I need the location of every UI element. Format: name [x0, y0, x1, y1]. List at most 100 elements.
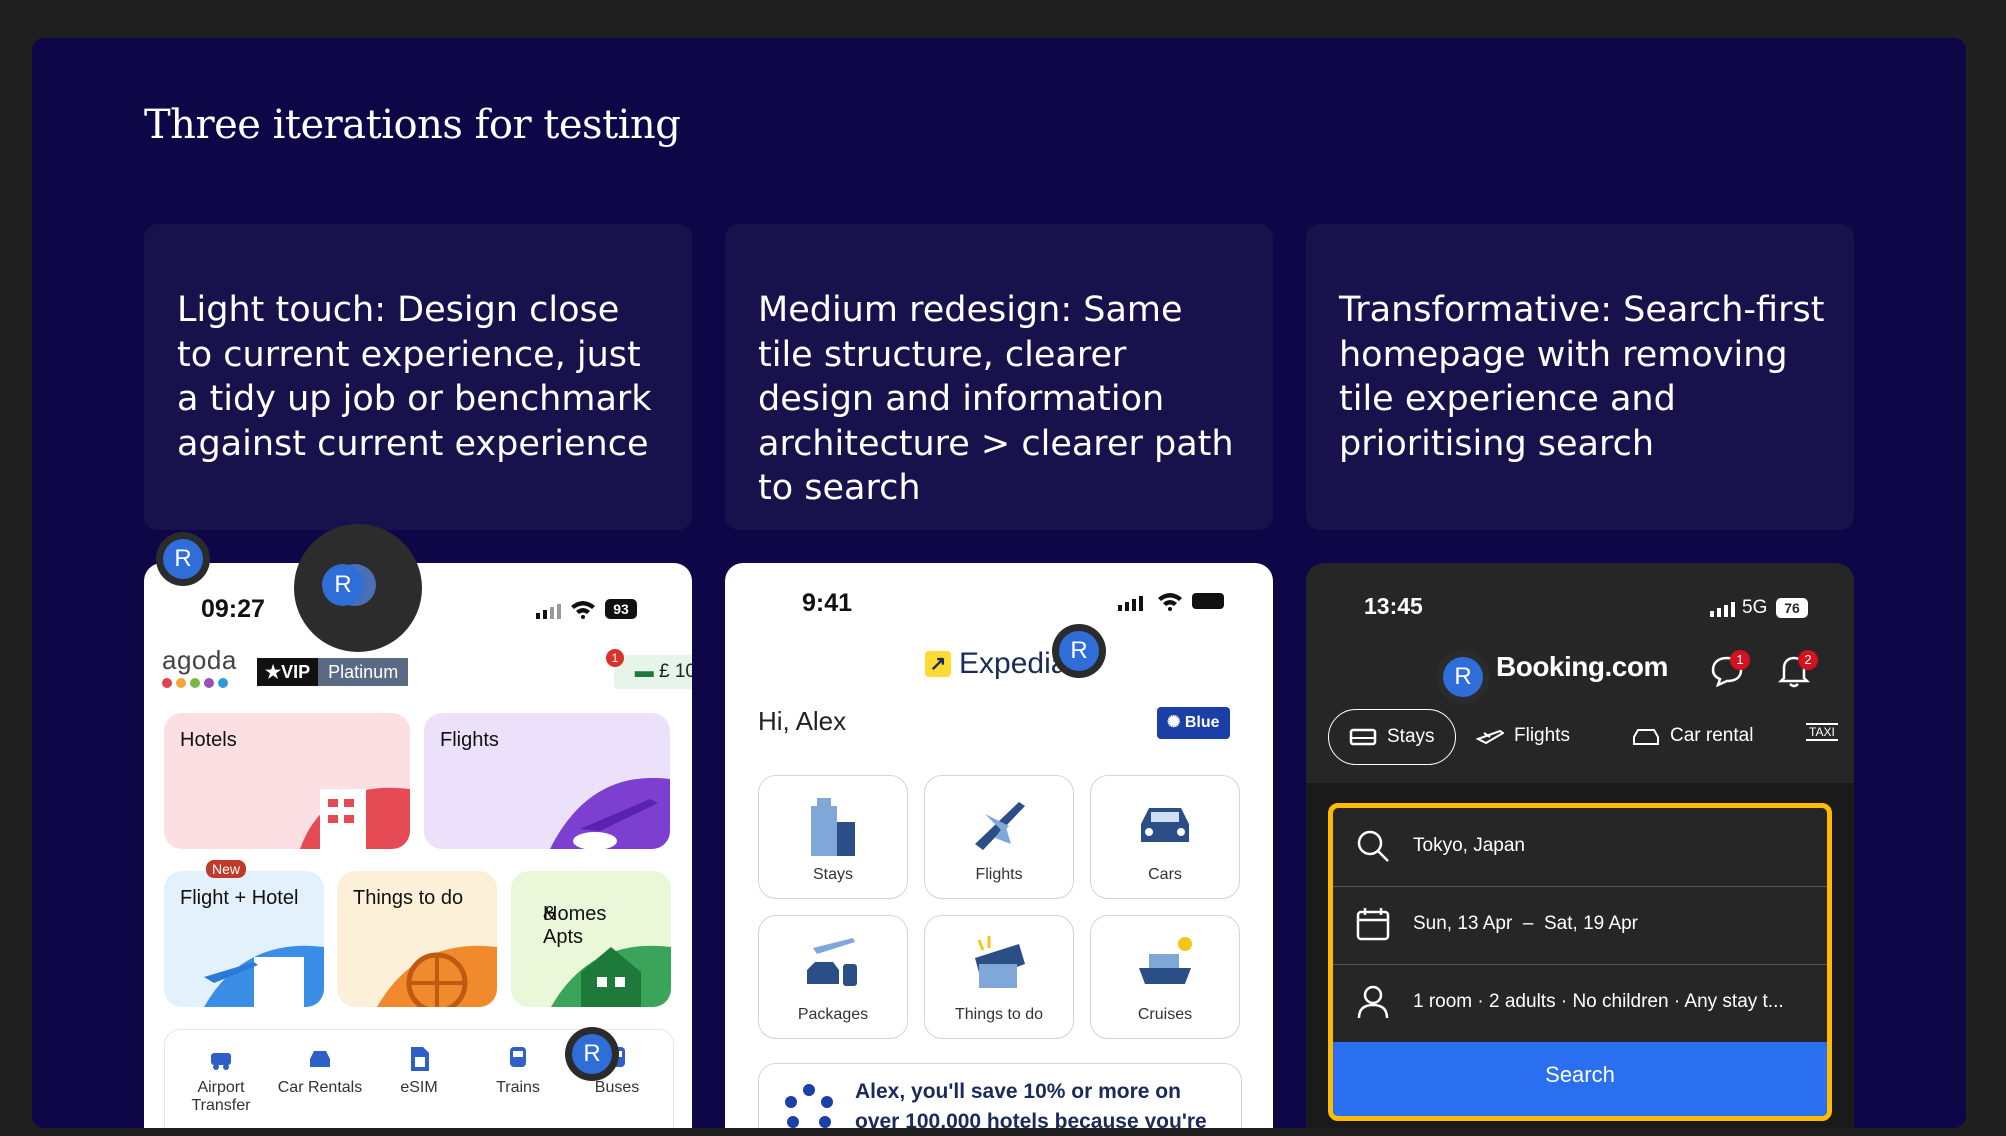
vip-badge[interactable]: ★VIP Platinum — [257, 658, 409, 686]
tier-badge[interactable]: ✺ Blue — [1157, 707, 1230, 739]
calendar-icon — [1356, 908, 1390, 941]
signal-icon — [1710, 602, 1735, 617]
agoda-dots — [162, 678, 237, 688]
tile-cars[interactable]: Cars — [1090, 775, 1240, 899]
tile-label: Hotels — [180, 729, 237, 751]
tile-cruises[interactable]: Cruises — [1090, 915, 1240, 1039]
date-separator: – — [1522, 913, 1534, 934]
status-time: 9:41 — [802, 589, 853, 617]
date-to: Sat, 19 Apr — [1544, 913, 1639, 934]
battery-level: 93 — [613, 601, 629, 617]
battery-indicator: 76 — [1776, 598, 1808, 618]
battery-level: 76 — [1784, 600, 1800, 616]
bed-icon — [1349, 728, 1377, 746]
signal-icon — [536, 604, 561, 619]
tile-flights[interactable]: Flights — [924, 775, 1074, 899]
notification-count: 1 — [611, 651, 619, 665]
tile-flights[interactable]: Flights — [424, 713, 670, 849]
nav-esim[interactable]: eSIM — [374, 1045, 464, 1097]
search-icon — [1357, 830, 1389, 862]
messages-count: 1 — [1730, 650, 1750, 670]
airplane-icon — [550, 777, 670, 849]
avatar-letter: R — [572, 1034, 612, 1074]
flight-hotel-icon — [204, 945, 324, 1007]
expedia-phone-screenshot: 9:41 ↗ Expedia Hi, Alex ✺ Blue Stays Fli… — [725, 563, 1273, 1128]
tile-label: Flight + Hotel — [180, 887, 299, 909]
nav-label-line2: Transfer — [191, 1097, 251, 1114]
tier-icon: ✺ — [1167, 714, 1185, 731]
collaborator-avatar: R — [1436, 650, 1490, 704]
tile-label: Packages — [797, 1006, 869, 1023]
messages-button[interactable]: 1 — [1710, 650, 1750, 693]
expedia-arrow-icon: ↗ — [925, 651, 951, 677]
collaborator-avatar-large: R — [294, 524, 422, 652]
collaborator-avatar: R — [156, 532, 210, 586]
house-icon — [551, 945, 671, 1007]
tab-label: Car rental — [1670, 725, 1754, 746]
avatar-letter: R — [1059, 631, 1099, 671]
battery-indicator: 93 — [605, 599, 637, 619]
card-light-touch: Light touch: Design close to current exp… — [144, 224, 692, 530]
ticket-icon: ▬ — [634, 661, 660, 682]
collaborator-avatar: R — [565, 1027, 619, 1081]
avatar-letter: R — [322, 564, 364, 606]
guests-field[interactable]: 1 room · 2 adults · No children · Any st… — [1333, 964, 1827, 1042]
tab-car-rental[interactable]: Car rental — [1632, 709, 1772, 765]
promo-card[interactable]: Alex, you'll save 10% or more on over 10… — [758, 1063, 1242, 1128]
network-type: 5G — [1742, 597, 1768, 618]
slide: Three iterations for testing Light touch… — [32, 38, 1966, 1128]
notifications-button[interactable]: 2 — [1777, 650, 1818, 693]
sim-card-icon — [411, 1047, 429, 1071]
tab-stays[interactable]: Stays — [1328, 709, 1456, 765]
tile-flight-hotel[interactable]: Flight + Hotel — [164, 871, 324, 1007]
avatar-letter: R — [1443, 657, 1483, 697]
nav-label: Trains — [496, 1079, 540, 1096]
tile-things-to-do[interactable]: Things to do — [924, 915, 1074, 1039]
status-time: 13:45 — [1364, 593, 1423, 619]
tile-label: Cruises — [1137, 1006, 1193, 1023]
tab-label: Flights — [1514, 725, 1570, 746]
notification-dot: 1 — [606, 649, 624, 667]
person-icon — [1357, 985, 1389, 1019]
booking-phone-screenshot: 13:45 5G 76 Booking.com 1 2 Stays Flight… — [1306, 563, 1854, 1128]
ferris-wheel-icon — [377, 945, 497, 1007]
nav-label: Airport Transfer — [192, 1079, 251, 1114]
savings-badge-icon — [785, 1084, 833, 1128]
tile-packages[interactable]: Packages — [758, 915, 908, 1039]
tile-things-to-do[interactable]: Things to do — [337, 871, 497, 1007]
tab-flights[interactable]: Flights — [1476, 709, 1586, 765]
nav-label: eSIM — [400, 1079, 438, 1096]
new-badge: New — [206, 860, 247, 878]
nav-airport-transfer[interactable]: Airport Transfer — [176, 1045, 266, 1115]
tile-homes-apts[interactable]: Homes & Apts — [511, 871, 671, 1007]
status-time: 09:27 — [201, 595, 265, 623]
tile-stays[interactable]: Stays — [758, 775, 908, 899]
tile-label: Flights — [440, 729, 499, 751]
tile-label: Things to do — [353, 887, 464, 909]
car-icon — [1141, 808, 1189, 842]
tile-label: Things to do — [954, 1006, 1044, 1023]
promo-text-line2: over 100,000 hotels because you're — [855, 1110, 1207, 1128]
car-icon — [310, 1051, 330, 1067]
destination-field[interactable]: Tokyo, Japan — [1333, 808, 1827, 887]
cruise-ship-icon — [1139, 937, 1192, 984]
tab-taxi[interactable]: TAXI — [1806, 723, 1838, 741]
search-button[interactable]: Search — [1333, 1042, 1827, 1116]
destination-value: Tokyo, Japan — [1413, 835, 1525, 856]
tile-label: Stays — [812, 866, 853, 883]
nav-trains[interactable]: Trains — [473, 1045, 563, 1097]
booking-logo: Booking.com — [1496, 651, 1668, 682]
dates-field[interactable]: Sun, 13 Apr – Sat, 19 Apr — [1333, 886, 1827, 965]
hotel-building-icon — [300, 787, 410, 849]
nav-label: Car Rentals — [277, 1079, 363, 1096]
tile-hotels[interactable]: Hotels — [164, 713, 410, 849]
vip-tier: Platinum — [318, 658, 409, 686]
search-form: Tokyo, Japan Sun, 13 Apr – Sat, 19 Apr 1… — [1328, 803, 1832, 1121]
bell-count: 2 — [1798, 650, 1818, 670]
wallet-badge[interactable]: ▬ £ 10 — [614, 655, 692, 689]
building-icon — [811, 798, 855, 856]
expedia-logo: ↗ Expedia — [925, 647, 1067, 681]
card-medium-redesign: Medium redesign: Same tile structure, cl… — [725, 224, 1273, 530]
tile-label: Cars — [1148, 866, 1182, 883]
nav-car-rentals[interactable]: Car Rentals — [275, 1045, 365, 1097]
